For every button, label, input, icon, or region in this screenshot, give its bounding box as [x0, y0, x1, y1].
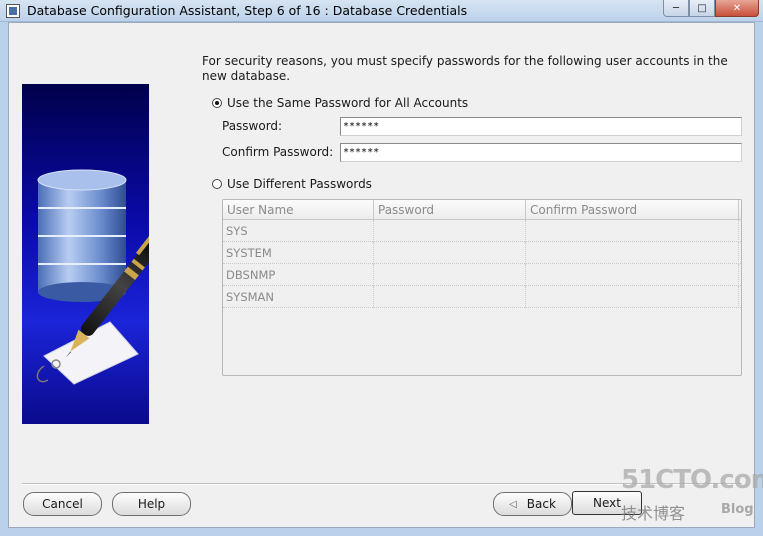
confirm-password-field[interactable]: ******	[340, 143, 742, 162]
title-bar: Database Configuration Assistant, Step 6…	[0, 0, 763, 22]
password-cell[interactable]	[374, 264, 526, 286]
window-controls: ─ □ ✕	[663, 0, 759, 18]
back-button-label: Back	[526, 497, 556, 511]
watermark-blog: Blog	[721, 502, 754, 517]
different-passwords-label: Use Different Passwords	[227, 177, 372, 191]
table-row: SYS	[223, 220, 741, 242]
back-arrow-icon: ◁	[509, 498, 517, 510]
same-password-radio[interactable]	[212, 98, 222, 108]
close-icon: ✕	[732, 2, 742, 14]
password-cell[interactable]	[374, 286, 526, 308]
window-title: Database Configuration Assistant, Step 6…	[27, 3, 468, 18]
different-passwords-radio[interactable]	[212, 179, 222, 189]
app-icon	[6, 4, 20, 18]
confirm-password-label: Confirm Password:	[222, 145, 334, 159]
maximize-button[interactable]: □	[689, 0, 715, 17]
footer-divider	[22, 483, 742, 485]
user-name-cell: SYSTEM	[223, 242, 374, 264]
password-cell[interactable]	[374, 220, 526, 242]
confirm-password-cell[interactable]	[526, 220, 739, 242]
database-pen-illustration	[22, 84, 149, 424]
back-button[interactable]: ◁ Back	[493, 492, 572, 516]
confirm-password-cell[interactable]	[526, 242, 739, 264]
column-header-confirm-password[interactable]: Confirm Password	[526, 200, 739, 220]
help-button[interactable]: Help	[112, 492, 191, 516]
next-button[interactable]: Next	[572, 491, 642, 515]
confirm-password-cell[interactable]	[526, 286, 739, 308]
watermark-brand: 51CTO.com	[621, 465, 763, 495]
table-row: SYSMAN	[223, 286, 741, 308]
user-password-table: User Name Password Confirm Password SYS …	[222, 199, 742, 376]
confirm-password-cell[interactable]	[526, 264, 739, 286]
minimize-icon: ─	[672, 2, 680, 14]
password-field[interactable]: ******	[340, 117, 742, 136]
column-header-user-name[interactable]: User Name	[223, 200, 374, 220]
table-row: DBSNMP	[223, 264, 741, 286]
password-cell[interactable]	[374, 242, 526, 264]
user-name-cell: DBSNMP	[223, 264, 374, 286]
close-button[interactable]: ✕	[715, 0, 759, 17]
same-password-option[interactable]: Use the Same Password for All Accounts	[212, 96, 468, 110]
column-header-password[interactable]: Password	[374, 200, 526, 220]
maximize-icon: □	[697, 2, 707, 14]
table-header: User Name Password Confirm Password	[223, 200, 741, 220]
minimize-button[interactable]: ─	[663, 0, 689, 17]
intro-text: For security reasons, you must specify p…	[202, 54, 728, 83]
cancel-button[interactable]: Cancel	[23, 492, 102, 516]
user-name-cell: SYS	[223, 220, 374, 242]
table-row: SYSTEM	[223, 242, 741, 264]
watermark: 51CTO.com 技术博客 Blog	[621, 465, 763, 527]
same-password-label: Use the Same Password for All Accounts	[227, 96, 469, 110]
user-name-cell: SYSMAN	[223, 286, 374, 308]
dialog-body: For security reasons, you must specify p…	[8, 22, 763, 528]
password-label: Password:	[222, 119, 283, 133]
different-passwords-option[interactable]: Use Different Passwords	[212, 177, 372, 191]
